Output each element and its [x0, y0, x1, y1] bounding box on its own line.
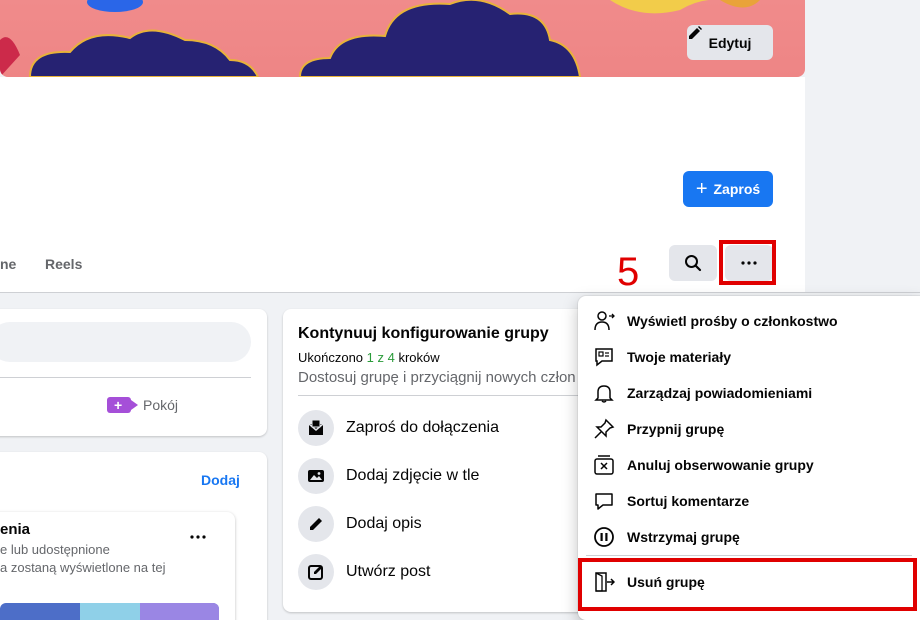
menu-item-label: Anuluj obserwowanie grupy — [627, 457, 814, 473]
menu-divider — [586, 555, 912, 556]
setup-item-label: Utwórz post — [346, 563, 431, 580]
highlight-box-delete — [578, 558, 917, 611]
room-button[interactable]: + Pokój — [107, 397, 178, 413]
pause-icon — [593, 526, 615, 548]
featured-line-1: e lub udostępnione — [0, 542, 110, 557]
group-search-button[interactable] — [669, 245, 717, 281]
setup-item-cover-photo[interactable]: Dodaj zdjęcie w tle — [298, 458, 479, 494]
invite-button[interactable]: + Zaproś — [683, 171, 773, 207]
menu-item-pin-group[interactable]: Przypnij grupę — [593, 414, 724, 444]
featured-title: enia — [0, 521, 31, 538]
setup-item-description[interactable]: Dodaj opis — [298, 506, 422, 542]
highlight-box-more — [719, 240, 776, 285]
featured-inner-card: enia e lub udostępnione a zostaną wyświe… — [0, 512, 235, 620]
menu-item-label: Przypnij grupę — [627, 421, 725, 437]
composer-card: + Pokój — [0, 309, 267, 436]
invite-label: Zaproś — [713, 181, 761, 197]
setup-progress-suffix: kroków — [394, 350, 440, 365]
bell-icon — [593, 382, 615, 404]
page-background — [805, 0, 920, 293]
more-dots-icon — [190, 535, 206, 539]
pin-icon — [593, 418, 615, 440]
image-icon — [298, 458, 334, 494]
edit-cover-label: Edytuj — [708, 34, 752, 51]
featured-line-2: a zostaną wyświetlone na tej — [0, 560, 166, 575]
envelope-icon — [298, 410, 334, 446]
plus-icon: + — [695, 178, 708, 200]
featured-illustration — [0, 603, 219, 620]
setup-progress: Ukończono 1 z 4 kroków — [298, 350, 440, 365]
menu-item-label: Twoje materiały — [627, 349, 732, 365]
setup-description: Dostosuj grupę i przyciągnij nowych czło… — [298, 369, 576, 386]
pencil-icon — [298, 506, 334, 542]
setup-item-label: Dodaj zdjęcie w tle — [346, 467, 480, 484]
pencil-icon — [689, 26, 702, 39]
menu-item-your-content[interactable]: Twoje materiały — [593, 342, 731, 372]
person-add-icon — [593, 310, 615, 332]
video-room-icon: + — [107, 397, 138, 413]
setup-divider — [298, 395, 588, 396]
menu-item-notifications[interactable]: Zarządzaj powiadomieniami — [593, 378, 812, 408]
setup-item-label: Dodaj opis — [346, 515, 422, 532]
tab-reels[interactable]: Reels — [45, 256, 82, 272]
header-divider — [0, 292, 920, 293]
setup-card: Kontynuuj konfigurowanie grupy Ukończono… — [283, 309, 603, 612]
comment-icon — [593, 490, 615, 512]
featured-more-button[interactable] — [190, 526, 206, 544]
step-number-label: 5 — [617, 250, 640, 294]
group-header — [0, 0, 920, 293]
menu-item-label: Wstrzymaj grupę — [627, 529, 740, 545]
menu-item-unfollow[interactable]: Anuluj obserwowanie grupy — [593, 450, 814, 480]
menu-item-membership-requests[interactable]: Wyświetl prośby o członkostwo — [593, 306, 838, 336]
group-cover-photo: Edytuj — [0, 0, 805, 77]
setup-title: Kontynuuj konfigurowanie grupy — [298, 325, 549, 342]
compose-icon — [298, 554, 334, 590]
add-featured-link[interactable]: Dodaj — [201, 472, 240, 488]
setup-progress-prefix: Ukończono — [298, 350, 367, 365]
menu-item-pause-group[interactable]: Wstrzymaj grupę — [593, 522, 740, 552]
content-icon — [593, 346, 615, 368]
edit-cover-button[interactable]: Edytuj — [687, 25, 773, 60]
tab-partial[interactable]: ne — [0, 256, 16, 272]
composer-divider — [0, 377, 251, 378]
setup-item-label: Zaproś do dołączenia — [346, 419, 499, 436]
setup-item-create-post[interactable]: Utwórz post — [298, 554, 430, 590]
composer-input[interactable] — [0, 322, 251, 362]
menu-item-sort-comments[interactable]: Sortuj komentarze — [593, 486, 749, 516]
menu-item-label: Zarządzaj powiadomieniami — [627, 385, 813, 401]
menu-item-label: Sortuj komentarze — [627, 493, 750, 509]
search-icon — [685, 255, 702, 272]
cover-illustration — [0, 0, 760, 77]
menu-item-label: Wyświetl prośby o członkostwo — [627, 313, 838, 329]
setup-item-invite[interactable]: Zaproś do dołączenia — [298, 410, 499, 446]
unfollow-icon — [593, 454, 615, 476]
room-label: Pokój — [143, 397, 179, 413]
setup-progress-count: 1 z 4 — [366, 350, 395, 365]
